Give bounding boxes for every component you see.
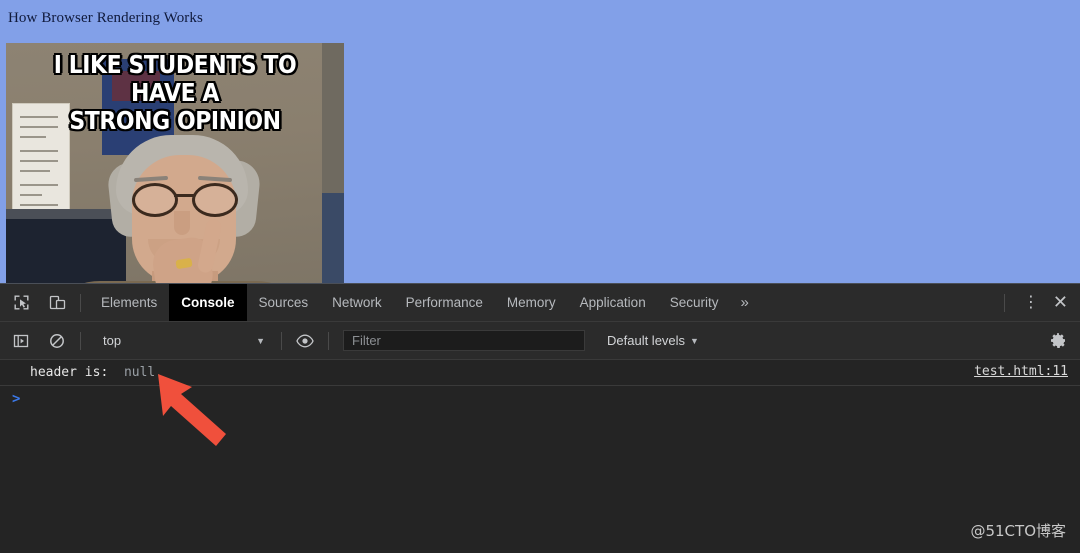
console-source-link[interactable]: test.html:11 [974, 364, 1068, 379]
console-context-dropdown[interactable]: top ▼ [95, 329, 273, 352]
console-filter-input-wrap[interactable] [343, 330, 585, 351]
console-prompt-row[interactable]: > [0, 386, 1080, 412]
meme-caption: I LIKE STUDENTS TO HAVE A STRONG OPINION [26, 51, 323, 135]
meme-caption-line-1: I LIKE STUDENTS TO HAVE A [53, 50, 297, 107]
photo-desk-edge [6, 209, 126, 219]
devtools-panel: Elements Console Sources Network Perform… [0, 283, 1080, 553]
watermark: @51CTO博客 [970, 522, 1066, 540]
console-filter-input[interactable] [350, 332, 578, 349]
console-message-text: header is: null [30, 365, 155, 380]
photo-glasses [130, 183, 240, 217]
console-message-label: header is: [30, 365, 109, 380]
photo-right-lower-wall [322, 193, 344, 283]
chevron-down-icon-levels: ▼ [690, 335, 699, 346]
browser-page-content: How Browser Rendering Works I LIKE STUDE… [0, 0, 1080, 283]
chevron-down-icon: ▼ [256, 335, 265, 346]
console-message-row[interactable]: header is: null test.html:11 [0, 360, 1080, 386]
console-prompt-caret-icon: > [12, 391, 21, 407]
clear-console-icon[interactable] [42, 326, 72, 356]
tab-sources[interactable]: Sources [247, 284, 321, 321]
console-sidebar-icon[interactable] [6, 326, 36, 356]
filterbar-divider-3 [328, 331, 329, 350]
tab-memory[interactable]: Memory [495, 284, 568, 321]
more-tabs-chevron-icon[interactable]: » [730, 284, 758, 321]
tab-console[interactable]: Console [169, 284, 247, 321]
filterbar-divider-1 [80, 331, 81, 350]
live-expression-eye-icon[interactable] [290, 326, 320, 356]
console-levels-dropdown[interactable]: Default levels ▼ [607, 333, 699, 348]
photo-nose [174, 211, 190, 235]
tab-performance[interactable]: Performance [394, 284, 495, 321]
console-message-value: null [123, 365, 156, 380]
photo-right-wall [322, 43, 344, 193]
meme-caption-line-2: STRONG OPINION [69, 106, 281, 135]
console-context-value: top [103, 333, 122, 348]
devtools-tabbar: Elements Console Sources Network Perform… [0, 284, 1080, 322]
tab-network[interactable]: Network [320, 284, 394, 321]
meme-image: I LIKE STUDENTS TO HAVE A STRONG OPINION [6, 43, 344, 283]
console-levels-value: Default levels [607, 333, 686, 348]
console-filter-bar: top ▼ Default levels ▼ [0, 322, 1080, 360]
filterbar-divider-2 [281, 331, 282, 350]
toolbar-divider-right [1003, 293, 1005, 312]
settings-gear-icon[interactable] [1042, 325, 1074, 357]
tab-elements[interactable]: Elements [89, 284, 169, 321]
tab-security[interactable]: Security [658, 284, 731, 321]
screenshot-root: How Browser Rendering Works I LIKE STUDE… [0, 0, 1080, 553]
device-toolbar-icon[interactable] [42, 288, 72, 318]
close-icon[interactable]: ✕ [1049, 292, 1080, 313]
page-title: How Browser Rendering Works [8, 10, 203, 26]
console-output: header is: null test.html:11 > [0, 360, 1080, 553]
inspect-element-icon[interactable] [6, 288, 36, 318]
toolbar-divider [80, 293, 81, 312]
kebab-menu-icon[interactable]: ⋮ [1013, 294, 1049, 311]
photo-desk-shadow [6, 211, 126, 283]
tab-application[interactable]: Application [568, 284, 658, 321]
